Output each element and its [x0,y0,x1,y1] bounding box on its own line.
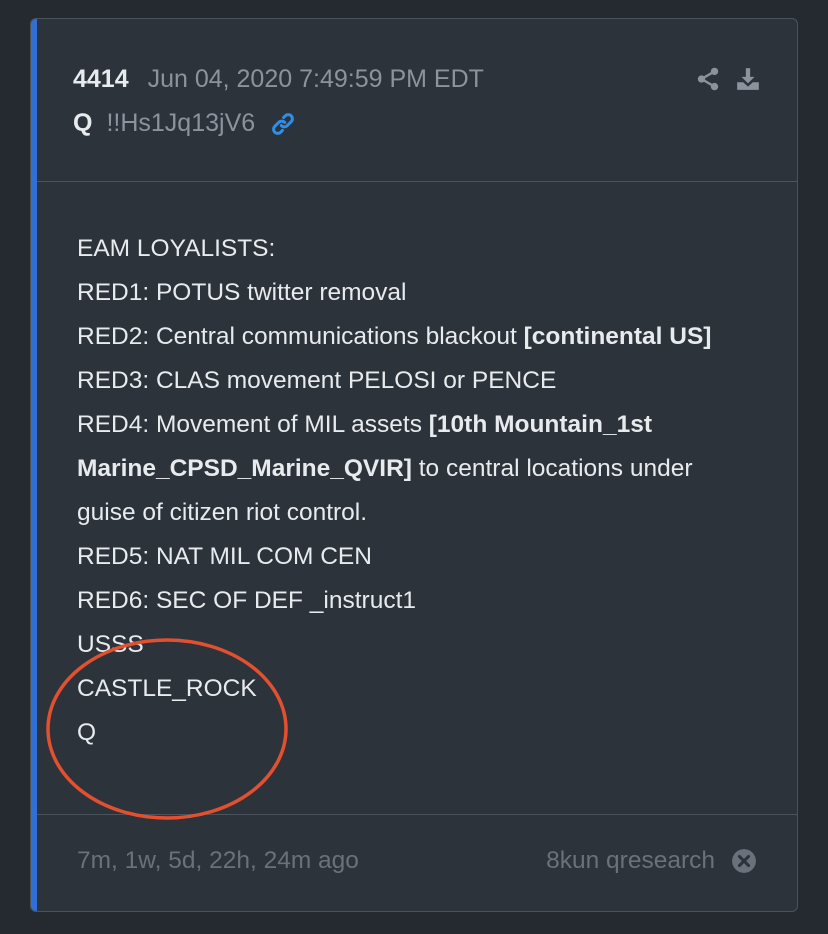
post-footer: 7m, 1w, 5d, 22h, 24m ago 8kun qresearch [37,814,797,911]
source-label: 8kun qresearch [546,847,757,875]
post-header: 4414 Jun 04, 2020 7:49:59 PM EDT Q !!Hs1… [37,19,797,182]
link-icon[interactable] [269,110,297,138]
download-icon[interactable] [735,65,761,93]
post-line: RED5: NAT MIL COM CEN [77,543,372,570]
post-actions [695,65,761,93]
relative-time: 7m, 1w, 5d, 22h, 24m ago [77,847,359,874]
share-icon[interactable] [695,65,721,93]
close-circle-icon[interactable] [731,848,757,874]
post-line: RED6: SEC OF DEF _instruct1 [77,587,417,614]
post-line: RED2: Central communications blackout [c… [77,315,757,359]
author-name: Q [73,109,93,137]
post-line: USSS [77,631,144,658]
post-meta: 4414 Jun 04, 2020 7:49:59 PM EDT [73,65,484,94]
post-line: RED1: POTUS twitter removal [77,279,407,306]
post-line: EAM LOYALISTS: [77,235,276,262]
post-text: RED4: Movement of MIL assets [77,411,429,438]
author-tripcode: !!Hs1Jq13jV6 [106,109,256,137]
post-text: RED2: Central communications blackout [77,323,524,350]
post-body: EAM LOYALISTS: RED1: POTUS twitter remov… [77,227,757,755]
post-bold-text: [continental US] [523,323,712,350]
post-line: CASTLE_ROCK [77,675,257,702]
post-date: Jun 04, 2020 7:49:59 PM EDT [147,65,484,93]
post-author-row: Q !!Hs1Jq13jV6 [73,109,297,138]
source-name: 8kun qresearch [546,847,715,874]
post-line: RED3: CLAS movement PELOSI or PENCE [77,367,557,394]
post-number: 4414 [73,65,129,93]
post-card: 4414 Jun 04, 2020 7:49:59 PM EDT Q !!Hs1… [30,18,798,912]
post-line: RED4: Movement of MIL assets [10th Mount… [77,403,757,535]
post-line: Q [77,719,97,746]
